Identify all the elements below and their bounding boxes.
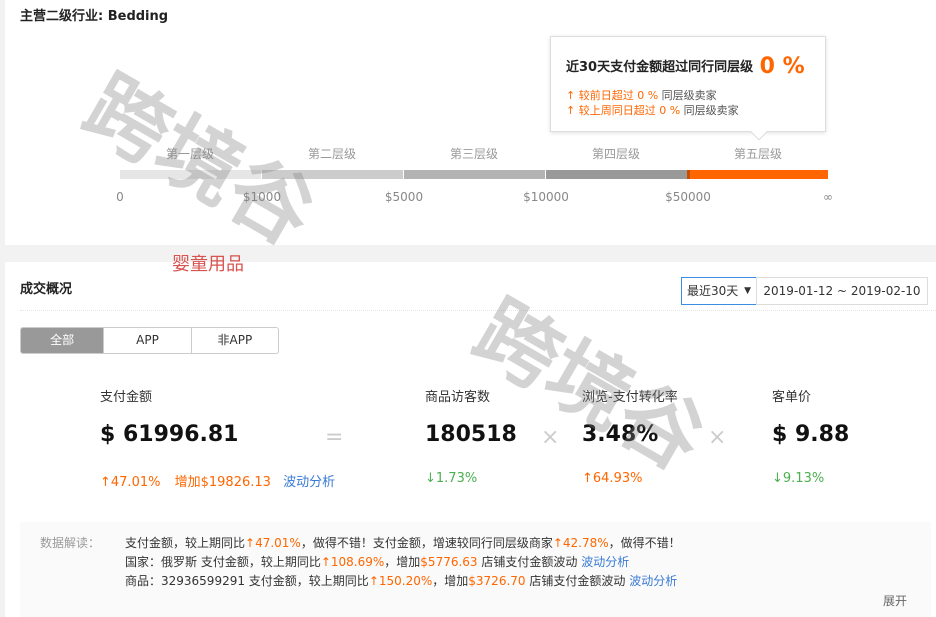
tier-label-2: 第二层级 [307,147,356,161]
tier-label-4: 第四层级 [591,147,640,161]
tier-bar-5[interactable] [688,170,828,179]
insight-line2-d: $5776.63 [420,555,478,569]
tooltip-arrow [750,123,768,141]
insight-line3-c: ，增加 [432,574,469,588]
tick-label-infinity: ∞ [823,190,833,204]
insight-line1-b: ↑47.01% [245,536,301,550]
times-operator-2: × [708,425,727,450]
tick-label-50000: $50000 [665,190,711,204]
pay-amount-change-row: ↑47.01% 增加$19826.13 波动分析 [100,471,335,490]
times-operator-1: × [541,425,560,450]
industry-tier-panel: 主营二级行业: Bedding 第一层级 第二层级 第三层级 第四层级 第五层级… [5,0,936,245]
tooltip-title-text: 近30天支付金额超过同行同层级 [566,60,754,75]
channel-tabs: 全部 APP 非APP [20,327,279,354]
category-watermark: 婴童用品 [172,254,244,275]
industry-title: 主营二级行业: Bedding [20,9,169,24]
aov-label: 客单价 [772,390,812,405]
period-select-value: 最近30天 [687,284,739,298]
tab-non-app[interactable]: 非APP [192,328,278,353]
tooltip-line2-suffix: 同层级卖家 [680,104,739,117]
insight-line2-b: ↑108.69% [320,555,385,569]
tooltip-percent: 0 % [759,54,805,79]
conversion-label: 浏览-支付转化率 [582,390,678,405]
tier-tooltip: 近30天支付金额超过同行同层级 0 % ↑ 较前日超过 0 % 同层级卖家 ↑ … [550,36,826,141]
insight-line3-e: 店铺支付金额波动 [525,574,630,588]
insight-line1-d: ↑42.78% [552,536,609,550]
tier-bar-2[interactable] [262,170,403,179]
equals-operator: = [325,425,344,450]
insight-line1-c: ，做得不错！支付金额，增速较同行同层级商家 [300,536,553,550]
expand-link[interactable]: 展开 [883,592,907,609]
pay-fluctuation-link[interactable]: 波动分析 [283,475,335,490]
tab-app[interactable]: APP [104,328,192,353]
insight-line-1: 支付金额，较上期同比↑47.01%，做得不错！支付金额，增速较同行同层级商家↑4… [125,534,681,551]
tooltip-line1-suffix: 同层级卖家 [658,89,717,102]
conversion-value: 3.48% [582,422,659,447]
section-divider [20,310,936,311]
aov-change: ↓9.13% [772,471,825,486]
data-insight-box: 数据解读： 支付金额，较上期同比↑47.01%，做得不错！支付金额，增速较同行同… [20,522,931,617]
insight-line-3: 商品：32936599291 支付金额，较上期同比↑150.20%，增加$372… [125,572,677,589]
insight-line3-b: ↑150.20% [368,574,433,588]
section-title: 成交概况 [20,282,73,297]
tick-label-1000: $1000 [242,190,282,204]
tab-all[interactable]: 全部 [21,328,105,353]
transaction-overview-panel: 成交概况 最近30天 ▼ 2019-01-12 ~ 2019-02-10 全部 … [5,262,936,617]
insight-line-2: 国家：俄罗斯 支付金额，较上期同比↑108.69%，增加$5776.63 店铺支… [125,553,629,570]
tooltip-line-week: ↑ 较上周同日超过 0 % 同层级卖家 [566,102,739,118]
tooltip-line2-prefix: ↑ 较上周同日超过 [566,104,660,117]
chevron-down-icon: ▼ [744,286,751,296]
pay-amount-change: ↑47.01% [100,475,161,490]
insight-line2-link[interactable]: 波动分析 [581,555,629,569]
insight-line3-d: $3726.70 [468,574,526,588]
visitors-change: ↓1.73% [425,471,478,486]
tooltip-title: 近30天支付金额超过同行同层级 0 % [566,54,805,79]
insight-label: 数据解读： [40,536,101,550]
pay-amount-increase: 增加$19826.13 [174,475,271,490]
visitors-label: 商品访客数 [425,390,491,405]
insight-line1-a: 支付金额，较上期同比 [125,536,246,550]
pay-amount-label: 支付金额 [100,390,153,405]
visitors-value: 180518 [425,422,517,447]
tooltip-line1-value: 0 % [637,89,659,102]
insight-line1-e: ，做得不错！ [608,536,681,550]
pay-amount-value: $ 61996.81 [100,422,239,447]
tick-label-0: 0 [116,190,124,204]
tier-bar-3[interactable] [404,170,545,179]
period-select[interactable]: 最近30天 ▼ [681,277,757,305]
tier-position-marker [687,170,690,179]
insight-line2-c: ，增加 [384,555,421,569]
tick-label-10000: $10000 [523,190,569,204]
aov-value: $ 9.88 [772,422,850,447]
date-range-picker[interactable]: 2019-01-12 ~ 2019-02-10 [756,277,928,305]
insight-line3-a: 商品：32936599291 支付金额，较上期同比 [125,574,369,588]
insight-line3-link[interactable]: 波动分析 [629,574,677,588]
insight-line2-a: 国家：俄罗斯 支付金额，较上期同比 [125,555,321,569]
insight-line2-e: 店铺支付金额波动 [477,555,582,569]
conversion-change: ↑64.93% [582,471,643,486]
tier-label-3: 第三层级 [449,147,498,161]
tooltip-line1-prefix: ↑ 较前日超过 [566,89,638,102]
tier-bar-4[interactable] [546,170,687,179]
tier-label-5: 第五层级 [733,147,782,161]
tooltip-line2-value: 0 % [659,104,681,117]
tick-label-5000: $5000 [384,190,424,204]
tier-bar-1[interactable] [120,170,261,179]
tooltip-line-day: ↑ 较前日超过 0 % 同层级卖家 [566,87,717,103]
tier-label-1: 第一层级 [165,147,214,161]
